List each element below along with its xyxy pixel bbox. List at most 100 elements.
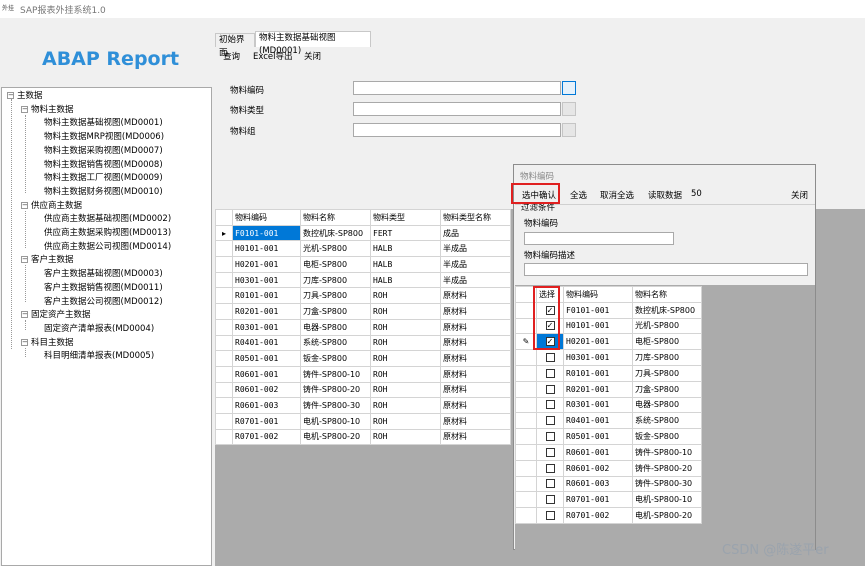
table-cell[interactable]: ROH bbox=[370, 381, 441, 399]
tree-item[interactable]: 物料主数据销售视图(MD0008) bbox=[44, 159, 163, 172]
tree-item[interactable]: 供应商主数据公司视图(MD0014) bbox=[44, 241, 171, 254]
tree-item[interactable]: 物料主数据MRP视图(MD0006) bbox=[44, 131, 164, 144]
table-cell[interactable]: 半成品 bbox=[440, 271, 511, 289]
result-grid[interactable]: 物料编码 物料名称 物料类型 物料类型名称 ▸ F0101-001 数控机床-SP8… bbox=[215, 209, 511, 446]
table-cell[interactable]: R0701-001 bbox=[232, 412, 301, 430]
query-menu-item[interactable]: 查询 bbox=[223, 50, 240, 62]
select-cell[interactable] bbox=[536, 475, 564, 493]
table-row[interactable]: R0701-002 电机-SP800-20 ROH 原材料 bbox=[215, 428, 511, 446]
table-cell[interactable]: 铸件-SP800-30 bbox=[632, 475, 702, 493]
collapse-toggle-icon[interactable]: − bbox=[21, 256, 28, 264]
table-cell[interactable]: 系统-SP800 bbox=[632, 412, 702, 430]
select-cell[interactable] bbox=[536, 507, 564, 524]
checkbox-icon[interactable] bbox=[545, 479, 555, 489]
row-header[interactable] bbox=[215, 318, 233, 336]
checkbox-icon[interactable] bbox=[545, 495, 555, 505]
table-cell[interactable]: 电机-SP800-20 bbox=[632, 507, 702, 524]
tree-item[interactable]: − 主数据 bbox=[7, 90, 43, 103]
row-header[interactable] bbox=[515, 364, 537, 382]
table-cell[interactable]: 刀具-SP800 bbox=[632, 364, 702, 382]
navigation-tree[interactable]: − 主数据 − 物料主数据 物料主数据基础视图(MD0001) 物料主数据MRP视图(MD… bbox=[1, 87, 212, 566]
tree-item[interactable]: − 客户主数据 bbox=[21, 254, 74, 267]
table-cell[interactable]: R0201-001 bbox=[232, 303, 301, 320]
checkbox-icon[interactable] bbox=[545, 416, 555, 426]
table-cell[interactable]: 刀盒-SP800 bbox=[300, 303, 371, 320]
material-group-input[interactable] bbox=[353, 123, 561, 137]
row-header[interactable]: ▸ bbox=[215, 224, 233, 242]
row-header[interactable] bbox=[215, 428, 233, 446]
row-header[interactable] bbox=[215, 287, 233, 305]
table-cell[interactable]: R0401-001 bbox=[232, 334, 301, 352]
material-type-lookup-button[interactable] bbox=[562, 102, 576, 116]
table-cell[interactable]: H0301-001 bbox=[563, 349, 633, 366]
tree-item[interactable]: − 固定资产主数据 bbox=[21, 309, 91, 322]
tree-item[interactable]: 物料主数据工厂视图(MD0009) bbox=[44, 172, 163, 185]
table-cell[interactable]: F0101-001 bbox=[563, 301, 633, 319]
checkbox-icon[interactable] bbox=[545, 463, 555, 473]
table-row[interactable]: R0401-001 系统-SP800 ROH 原材料 bbox=[215, 334, 511, 352]
table-cell[interactable]: 原材料 bbox=[440, 397, 511, 414]
row-header[interactable] bbox=[515, 349, 537, 366]
table-row[interactable]: R0201-001 刀盒-SP800 ROH 原材料 bbox=[215, 303, 511, 320]
read-data-button[interactable]: 读取数据 bbox=[648, 189, 682, 201]
excel-export-menu-item[interactable]: Excel导出 bbox=[253, 50, 293, 62]
row-header[interactable] bbox=[215, 303, 233, 320]
table-row[interactable]: ▸ F0101-001 数控机床-SP800 FERT 成品 bbox=[215, 224, 511, 242]
table-cell[interactable]: 原材料 bbox=[440, 334, 511, 352]
table-cell[interactable]: 刀库-SP800 bbox=[300, 271, 371, 289]
tree-item[interactable]: 客户主数据基础视图(MD0003) bbox=[44, 268, 163, 281]
list-item[interactable]: R0201-001 刀盒-SP800 bbox=[515, 380, 702, 398]
table-cell[interactable]: 原材料 bbox=[440, 428, 511, 446]
table-cell[interactable]: R0201-001 bbox=[563, 380, 633, 398]
table-cell[interactable]: ROH bbox=[370, 334, 441, 352]
table-cell[interactable]: 原材料 bbox=[440, 412, 511, 430]
table-cell[interactable]: R0701-001 bbox=[563, 491, 633, 509]
col-header-popup-material-code[interactable]: 物料编码 bbox=[563, 286, 633, 303]
tree-item[interactable]: 供应商主数据基础视图(MD0002) bbox=[44, 213, 171, 226]
material-code-input[interactable] bbox=[353, 81, 561, 95]
table-cell[interactable]: 钣金-SP800 bbox=[632, 428, 702, 445]
table-cell[interactable]: ROH bbox=[370, 365, 441, 383]
list-item[interactable]: R0401-001 系统-SP800 bbox=[515, 412, 702, 430]
table-cell[interactable]: H0101-001 bbox=[563, 317, 633, 335]
table-cell[interactable]: R0601-001 bbox=[232, 365, 301, 383]
col-header-material-name[interactable]: 物料名称 bbox=[300, 209, 371, 226]
tree-item[interactable]: 供应商主数据采购视图(MD0013) bbox=[44, 227, 171, 240]
read-count-value[interactable]: 50 bbox=[691, 189, 702, 199]
checkbox-icon[interactable] bbox=[545, 384, 555, 394]
table-cell[interactable]: 刀库-SP800 bbox=[632, 349, 702, 366]
list-item[interactable]: R0701-001 电机-SP800-10 bbox=[515, 491, 702, 509]
col-header-material-code[interactable]: 物料编码 bbox=[232, 209, 301, 226]
row-header[interactable] bbox=[515, 491, 537, 509]
table-cell[interactable]: HALB bbox=[370, 271, 441, 289]
list-item[interactable]: R0501-001 钣金-SP800 bbox=[515, 428, 702, 445]
table-cell[interactable]: R0601-002 bbox=[563, 459, 633, 477]
select-cell[interactable] bbox=[536, 396, 564, 414]
deselect-all-button[interactable]: 取消全选 bbox=[600, 189, 634, 201]
select-cell[interactable] bbox=[536, 443, 564, 461]
table-cell[interactable]: ROH bbox=[370, 318, 441, 336]
row-header[interactable] bbox=[215, 397, 233, 414]
collapse-toggle-icon[interactable]: − bbox=[21, 105, 28, 113]
list-item[interactable]: H0301-001 刀库-SP800 bbox=[515, 349, 702, 366]
table-cell[interactable]: R0501-001 bbox=[563, 428, 633, 445]
table-cell[interactable]: H0201-001 bbox=[563, 333, 633, 351]
tree-item[interactable]: 物料主数据基础视图(MD0001) bbox=[44, 117, 163, 130]
collapse-toggle-icon[interactable]: − bbox=[21, 338, 28, 346]
table-cell[interactable]: 钣金-SP800 bbox=[300, 350, 371, 367]
table-cell[interactable]: 原材料 bbox=[440, 287, 511, 305]
tree-item[interactable]: 科目明细清单报表(MD0005) bbox=[44, 350, 154, 363]
tree-item[interactable]: 客户主数据公司视图(MD0012) bbox=[44, 296, 163, 309]
table-row[interactable]: R0101-001 刀具-SP800 ROH 原材料 bbox=[215, 287, 511, 305]
material-group-lookup-button[interactable] bbox=[562, 123, 576, 137]
table-cell[interactable]: 电柜-SP800 bbox=[300, 256, 371, 273]
table-cell[interactable]: H0301-001 bbox=[232, 271, 301, 289]
material-type-input[interactable] bbox=[353, 102, 561, 116]
table-cell[interactable]: H0101-001 bbox=[232, 240, 301, 258]
material-code-lookup-button[interactable] bbox=[562, 81, 576, 95]
table-cell[interactable]: H0201-001 bbox=[232, 256, 301, 273]
tree-item[interactable]: − 物料主数据 bbox=[21, 104, 74, 117]
table-cell[interactable]: ROH bbox=[370, 397, 441, 414]
table-cell[interactable]: R0601-003 bbox=[563, 475, 633, 493]
table-cell[interactable]: 铸件-SP800-20 bbox=[632, 459, 702, 477]
